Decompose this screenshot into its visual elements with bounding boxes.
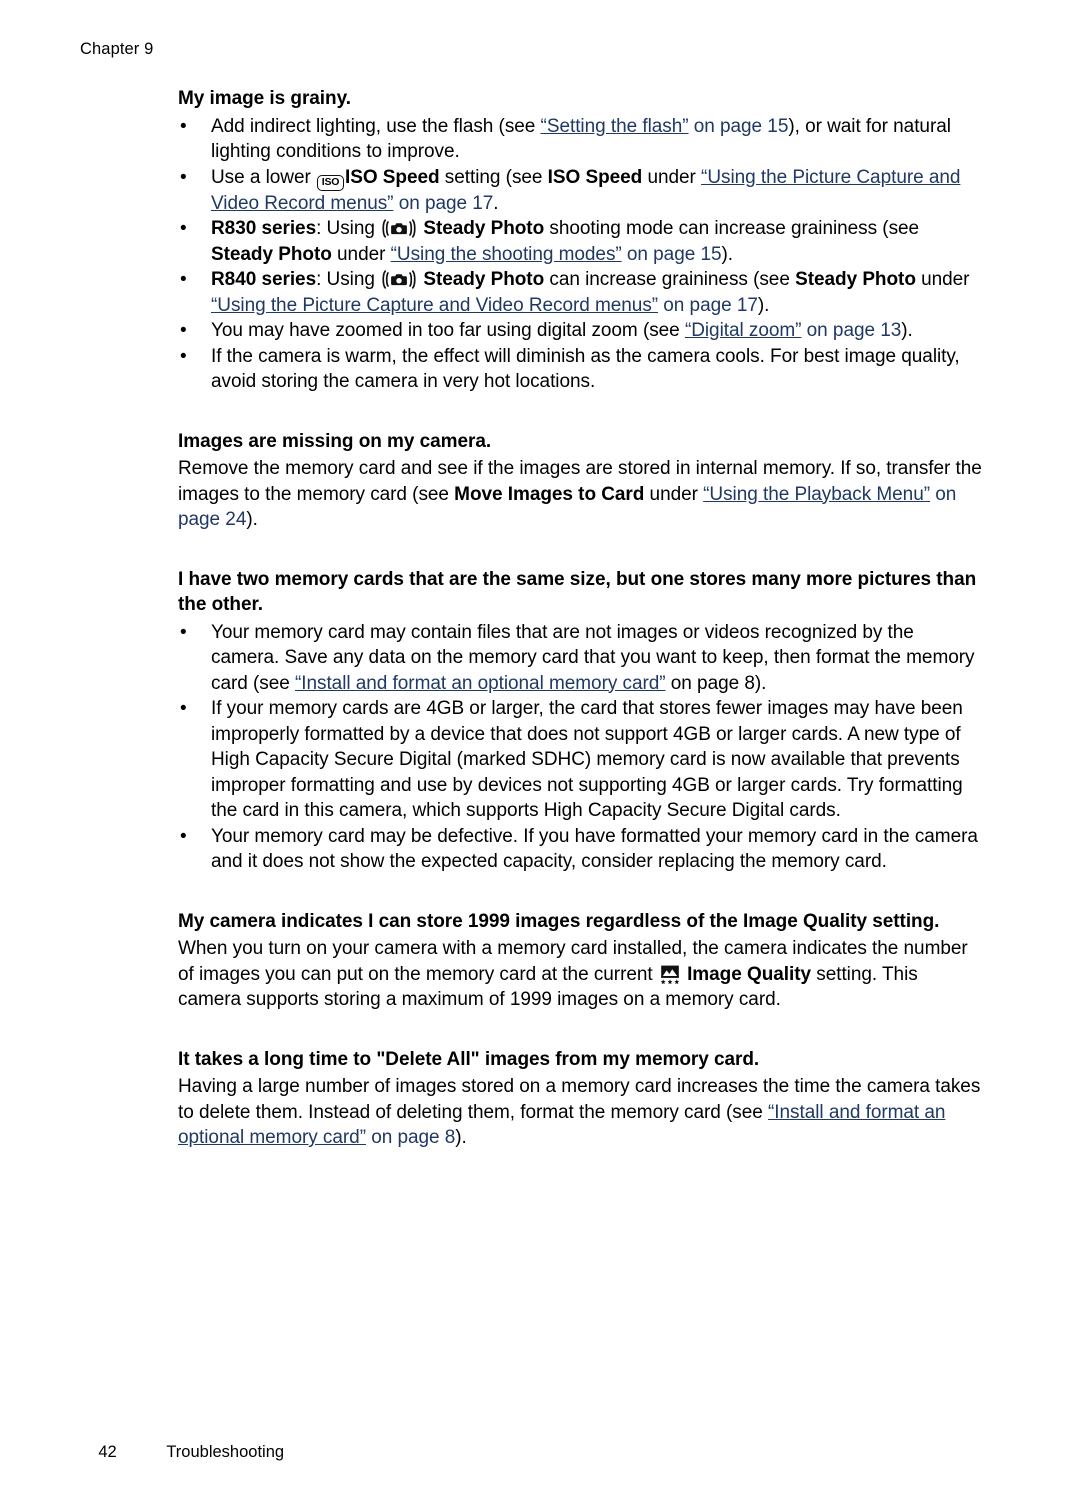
section-heading: My image is grainy.: [178, 88, 351, 109]
cross-reference-link[interactable]: “Using the Playback Menu”: [703, 484, 930, 505]
document-page: Chapter 9 My image is grainy. • Add indire…: [0, 0, 1080, 1495]
emphasis-text: Steady Photo: [418, 218, 545, 239]
emphasis-text: Image Quality: [681, 963, 812, 985]
bullet-list: • Add indirect lighting, use the flash (s…: [178, 114, 984, 395]
bullet-marker-icon: •: [180, 269, 187, 290]
emphasis-text: Steady Photo: [795, 269, 916, 290]
body-text: .: [493, 192, 499, 214]
emphasis-text: Steady Photo: [211, 243, 332, 265]
body-text: If your memory cards are 4GB or larger, …: [211, 698, 963, 821]
bullet-marker-icon: •: [180, 115, 187, 137]
cross-reference-page-ref[interactable]: on page 8: [366, 1127, 455, 1148]
cross-reference-link[interactable]: “Using the shooting modes”: [391, 244, 622, 265]
body-text: If the camera is warm, the effect will d…: [211, 345, 960, 393]
bullet-item: • You may have zoomed in too far using di…: [178, 318, 984, 344]
footer-section-name: Troubleshooting: [166, 1443, 285, 1461]
body-text: : Using: [316, 218, 381, 239]
bullet-marker-icon: •: [180, 345, 187, 367]
body-text: under: [915, 269, 970, 290]
body-text: can increase graininess (see: [544, 269, 796, 290]
cross-reference-page-ref[interactable]: on page 15: [689, 116, 789, 137]
bullet-item: • Your memory card may be defective. If y…: [178, 824, 984, 875]
bullet-marker-icon: •: [180, 698, 187, 719]
emphasis-text: ISO Speed: [547, 166, 643, 188]
emphasis-text: ISO Speed: [345, 166, 440, 188]
cross-reference-page-ref[interactable]: on page 17: [393, 193, 494, 214]
emphasis-text: R830 series: [211, 218, 317, 239]
cross-reference-link[interactable]: “Using the Picture Capture and Video Rec…: [211, 295, 658, 316]
bullet-item: • R840 series: Using Steady Photo can inc…: [178, 267, 984, 318]
bullet-item: • R830 series: Using Steady Photo shootin…: [178, 216, 984, 267]
image-quality-icon: [660, 964, 680, 984]
body-text: under: [331, 243, 391, 265]
emphasis-text: R840 series: [211, 269, 317, 290]
cross-reference-link[interactable]: “Install and format an optional memory c…: [295, 673, 666, 694]
cross-reference-page-ref[interactable]: on page 17: [658, 295, 758, 316]
cross-reference-link[interactable]: “Setting the flash”: [541, 116, 689, 137]
body-text: You may have zoomed in too far using dig…: [211, 320, 685, 341]
body-text: on page 8).: [665, 672, 767, 694]
steady-photo-icon: [381, 270, 417, 289]
page-content: My image is grainy. • Add indirect lightin…: [178, 86, 984, 1151]
emphasis-text: Move Images to Card: [454, 483, 645, 505]
bullet-marker-icon: •: [180, 166, 187, 188]
body-text: Use a lower: [211, 166, 316, 188]
body-text: : Using: [316, 269, 381, 290]
section-heading: My camera indicates I can store 1999 ima…: [178, 910, 940, 932]
bullet-marker-icon: •: [180, 825, 187, 847]
footer-page-number: 42: [98, 1443, 117, 1461]
emphasis-text: Steady Photo: [418, 269, 545, 290]
body-text: ).: [901, 320, 913, 341]
bullet-item: • Use a lower ISO ISO Speed setting (see I…: [178, 165, 984, 217]
body-paragraph: Having a large number of images stored o…: [178, 1074, 984, 1151]
iso-speed-icon: ISO: [317, 174, 344, 191]
section-heading: It takes a long time to "Delete All" ima…: [178, 1048, 760, 1070]
bullet-marker-icon: •: [180, 320, 187, 341]
bullet-item: • If your memory cards are 4GB or larger,…: [178, 696, 984, 824]
cross-reference-page-ref[interactable]: on page 15: [622, 244, 722, 265]
body-text: Add indirect lighting, use the flash (se…: [211, 115, 541, 137]
bullet-item: • Add indirect lighting, use the flash (s…: [178, 114, 984, 165]
page-footer: 42 Troubleshooting: [80, 1424, 284, 1481]
bullet-marker-icon: •: [180, 621, 187, 643]
body-paragraph: Remove the memory card and see if the im…: [178, 456, 984, 533]
cross-reference-link[interactable]: “Digital zoom”: [685, 320, 802, 341]
chapter-label: Chapter 9: [80, 40, 154, 58]
section-heading: I have two memory cards that are the sam…: [178, 568, 977, 616]
bullet-item: • If the camera is warm, the effect will …: [178, 344, 984, 395]
cross-reference-page-ref[interactable]: on page 13: [801, 320, 902, 341]
steady-photo-icon: [381, 219, 417, 238]
body-text: ).: [757, 294, 770, 316]
section-heading: Images are missing on my camera.: [178, 430, 492, 452]
bullet-marker-icon: •: [180, 218, 187, 239]
body-text: ).: [246, 509, 258, 530]
body-text: under: [642, 166, 702, 188]
body-paragraph: When you turn on your camera with a memo…: [178, 936, 984, 1013]
body-text: ).: [455, 1127, 467, 1148]
body-text: setting (see: [439, 166, 548, 188]
body-text: Your memory card may be defective. If yo…: [211, 825, 978, 873]
bullet-list: • Your memory card may contain files that…: [178, 620, 984, 875]
body-text: shooting mode can increase graininess (s…: [544, 218, 920, 239]
content-body: My image is grainy. • Add indirect lightin…: [178, 86, 984, 1151]
body-text: under: [644, 483, 704, 505]
body-text: ).: [721, 243, 734, 265]
bullet-item: • Your memory card may contain files that…: [178, 620, 984, 697]
